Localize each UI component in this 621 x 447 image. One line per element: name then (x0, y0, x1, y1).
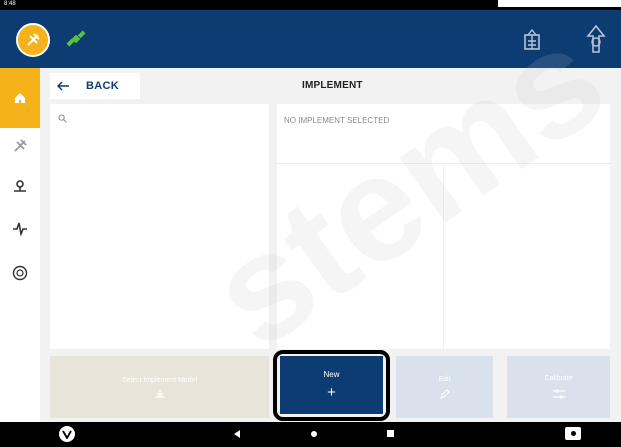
nav-back-icon[interactable] (234, 430, 240, 438)
calibrate-label: Calibrate (544, 374, 573, 382)
steering-icon (14, 180, 26, 192)
select-implement-model-button[interactable]: Select Implement Model (50, 356, 269, 418)
sidebar-item-diagnostics[interactable] (8, 216, 32, 240)
home-icon (15, 93, 25, 103)
select-implement-label: Select Implement Model (121, 376, 198, 384)
sidebar-item-steering[interactable] (8, 174, 32, 198)
implement-icon[interactable] (520, 27, 544, 53)
edit-implement-button[interactable]: Edit (396, 356, 493, 418)
back-button[interactable]: BACK (50, 73, 140, 99)
detail-divider (443, 164, 444, 349)
nav-home-icon[interactable] (311, 431, 317, 437)
status-time: 8:48 (4, 1, 16, 7)
brand-nav-icon[interactable] (59, 426, 75, 442)
sidebar-item-settings[interactable] (8, 261, 32, 285)
new-button-highlight (273, 350, 390, 421)
implement-list-panel[interactable] (50, 104, 269, 349)
search-icon[interactable] (58, 114, 67, 123)
pencil-icon (439, 388, 450, 399)
no-implement-text: NO IMPLEMENT SELECTED (284, 116, 390, 125)
brand-logo-icon[interactable] (16, 23, 50, 57)
detail-header (277, 104, 610, 164)
crop-mask (498, 0, 621, 7)
sidebar-item-home[interactable] (0, 68, 40, 128)
edit-label: Edit (438, 375, 451, 383)
page-title: IMPLEMENT (302, 80, 363, 91)
tractor-icon[interactable] (584, 24, 608, 54)
screen: 8:48 BACK IMPLEMENT NO IMPLEMENT SELECTE… (0, 0, 621, 447)
calibrate-button[interactable]: Calibrate (507, 356, 610, 418)
back-arrow-icon (57, 81, 69, 91)
nav-recents-icon[interactable] (387, 430, 394, 437)
dial-icon (12, 265, 28, 281)
gps-satellite-icon (66, 30, 86, 47)
brand-v-icon (62, 430, 72, 439)
screenshot-icon[interactable] (565, 427, 581, 440)
download-icon (154, 389, 165, 398)
sliders-icon (552, 388, 565, 399)
guidance-icon (14, 139, 27, 152)
pulse-icon (13, 222, 27, 236)
back-label: BACK (86, 80, 119, 92)
sidebar-item-guidance[interactable] (8, 134, 32, 158)
